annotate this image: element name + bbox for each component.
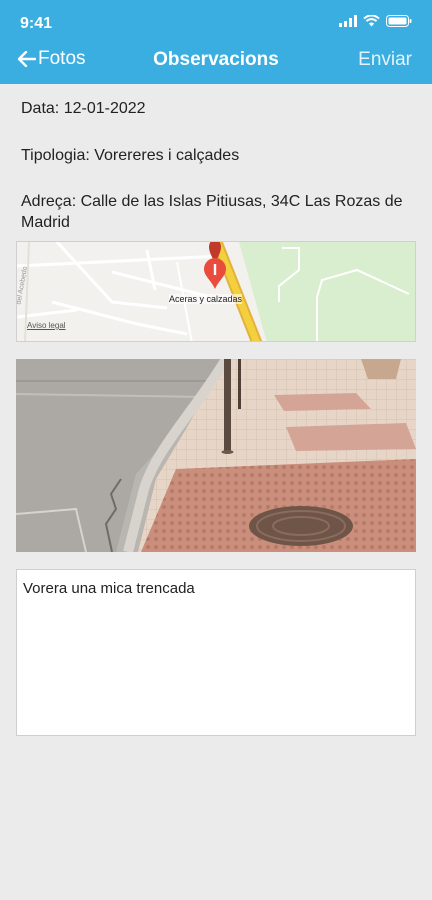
map-pin-label: Aceras y calzadas	[169, 294, 243, 304]
notes-textarea[interactable]: Vorera una mica trencada	[16, 569, 416, 736]
notes-text: Vorera una mica trencada	[23, 580, 195, 597]
observation-photo[interactable]	[16, 359, 416, 552]
status-icons	[339, 15, 412, 27]
wifi-icon	[363, 15, 380, 27]
map-pin-icon	[203, 258, 227, 290]
battery-icon	[386, 15, 412, 27]
send-button[interactable]: Enviar	[358, 49, 412, 71]
location-map[interactable]: Aceras y calzadas del Acebedo Aviso lega…	[16, 241, 416, 342]
map-graphic	[17, 242, 415, 341]
map-legal-link[interactable]: Aviso legal	[27, 321, 66, 330]
address-field: Adreça: Calle de las Islas Pitiusas, 34C…	[21, 193, 403, 231]
top-bar: 9:41 Fotos Observacions Enviar	[0, 0, 432, 84]
status-time: 9:41	[20, 15, 53, 32]
photo-graphic	[16, 359, 416, 552]
type-field: Tipologia: Vorereres i calçades	[21, 147, 240, 164]
signal-icon	[339, 15, 357, 27]
date-field: Data: 12-01-2022	[21, 100, 146, 117]
